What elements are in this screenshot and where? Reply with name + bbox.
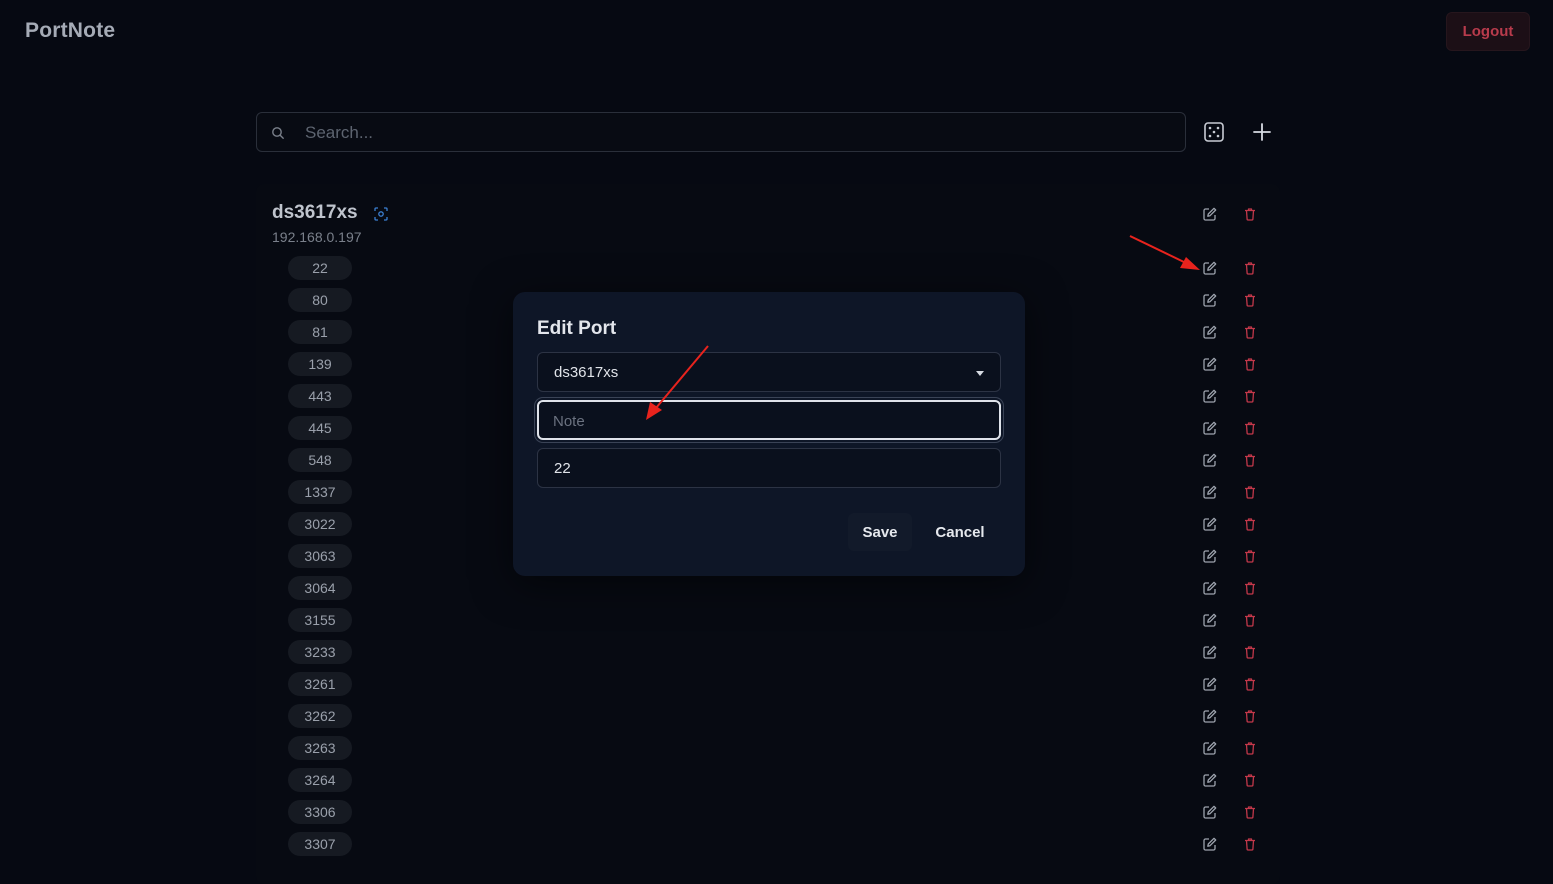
trash-icon[interactable] (1242, 740, 1258, 756)
server-select[interactable]: ds3617xs (537, 352, 1001, 392)
trash-icon[interactable] (1242, 484, 1258, 500)
trash-icon[interactable] (1242, 420, 1258, 436)
trash-icon[interactable] (1242, 356, 1258, 372)
random-port-button[interactable] (1196, 114, 1232, 150)
trash-icon[interactable] (1242, 388, 1258, 404)
trash-icon[interactable] (1242, 644, 1258, 660)
port-badge: 3064 (288, 576, 352, 600)
port-badge: 3155 (288, 608, 352, 632)
search-input[interactable] (303, 113, 1177, 153)
search-bar[interactable] (256, 112, 1186, 153)
trash-icon[interactable] (1242, 772, 1258, 788)
save-button[interactable]: Save (848, 513, 912, 551)
edit-icon[interactable] (1202, 612, 1218, 628)
edit-icon[interactable] (1202, 260, 1218, 276)
search-icon (272, 127, 284, 139)
note-input[interactable] (551, 402, 995, 440)
trash-icon[interactable] (1242, 804, 1258, 820)
port-badge: 3233 (288, 640, 352, 664)
edit-icon[interactable] (1202, 388, 1218, 404)
port-badge: 3307 (288, 832, 352, 856)
port-badge: 443 (288, 384, 352, 408)
port-badge: 548 (288, 448, 352, 472)
plus-icon (1253, 123, 1271, 141)
trash-icon[interactable] (1242, 260, 1258, 276)
port-badge: 1337 (288, 480, 352, 504)
edit-port-dialog: Edit Port ds3617xs 22 Save Cancel (513, 292, 1025, 576)
edit-icon[interactable] (1202, 836, 1218, 852)
edit-icon[interactable] (1202, 548, 1218, 564)
edit-icon[interactable] (1202, 740, 1218, 756)
trash-icon[interactable] (1242, 708, 1258, 724)
app-title: PortNote (25, 19, 116, 42)
edit-icon[interactable] (1202, 516, 1218, 532)
edit-icon[interactable] (1202, 420, 1218, 436)
note-field[interactable] (537, 400, 1001, 440)
edit-icon[interactable] (1202, 324, 1218, 340)
port-badge: 3264 (288, 768, 352, 792)
chevron-down-icon (976, 371, 984, 376)
dice-icon (1204, 122, 1224, 142)
port-badge: 3306 (288, 800, 352, 824)
add-button[interactable] (1244, 114, 1280, 150)
edit-icon[interactable] (1202, 484, 1218, 500)
port-badge: 3262 (288, 704, 352, 728)
trash-icon[interactable] (1242, 676, 1258, 692)
trash-icon[interactable] (1242, 580, 1258, 596)
dialog-title: Edit Port (537, 318, 617, 339)
scan-icon[interactable] (373, 206, 389, 222)
edit-icon[interactable] (1202, 356, 1218, 372)
edit-icon[interactable] (1202, 676, 1218, 692)
top-bar: PortNote Logout (0, 0, 1553, 64)
edit-icon[interactable] (1202, 772, 1218, 788)
edit-icon[interactable] (1202, 580, 1218, 596)
edit-icon[interactable] (1202, 804, 1218, 820)
port-badge: 445 (288, 416, 352, 440)
port-badge: 3022 (288, 512, 352, 536)
trash-icon[interactable] (1242, 612, 1258, 628)
trash-icon[interactable] (1242, 836, 1258, 852)
server-select-value: ds3617xs (554, 364, 619, 381)
trash-icon[interactable] (1242, 324, 1258, 340)
delete-server-icon[interactable] (1242, 206, 1258, 222)
port-badge: 22 (288, 256, 352, 280)
trash-icon[interactable] (1242, 292, 1258, 308)
logout-button[interactable]: Logout (1446, 12, 1530, 51)
edit-icon[interactable] (1202, 708, 1218, 724)
port-badge: 3063 (288, 544, 352, 568)
trash-icon[interactable] (1242, 548, 1258, 564)
trash-icon[interactable] (1242, 452, 1258, 468)
port-badge: 3261 (288, 672, 352, 696)
edit-icon[interactable] (1202, 644, 1218, 660)
port-badge: 3263 (288, 736, 352, 760)
port-badge: 80 (288, 288, 352, 312)
port-field-value: 22 (554, 460, 571, 477)
port-field[interactable]: 22 (537, 448, 1001, 488)
server-name: ds3617xs (272, 202, 358, 223)
cancel-button[interactable]: Cancel (924, 513, 996, 551)
edit-icon[interactable] (1202, 452, 1218, 468)
port-badge: 139 (288, 352, 352, 376)
port-badge: 81 (288, 320, 352, 344)
edit-server-icon[interactable] (1202, 206, 1218, 222)
trash-icon[interactable] (1242, 516, 1258, 532)
server-ip: 192.168.0.197 (272, 229, 362, 245)
edit-icon[interactable] (1202, 292, 1218, 308)
